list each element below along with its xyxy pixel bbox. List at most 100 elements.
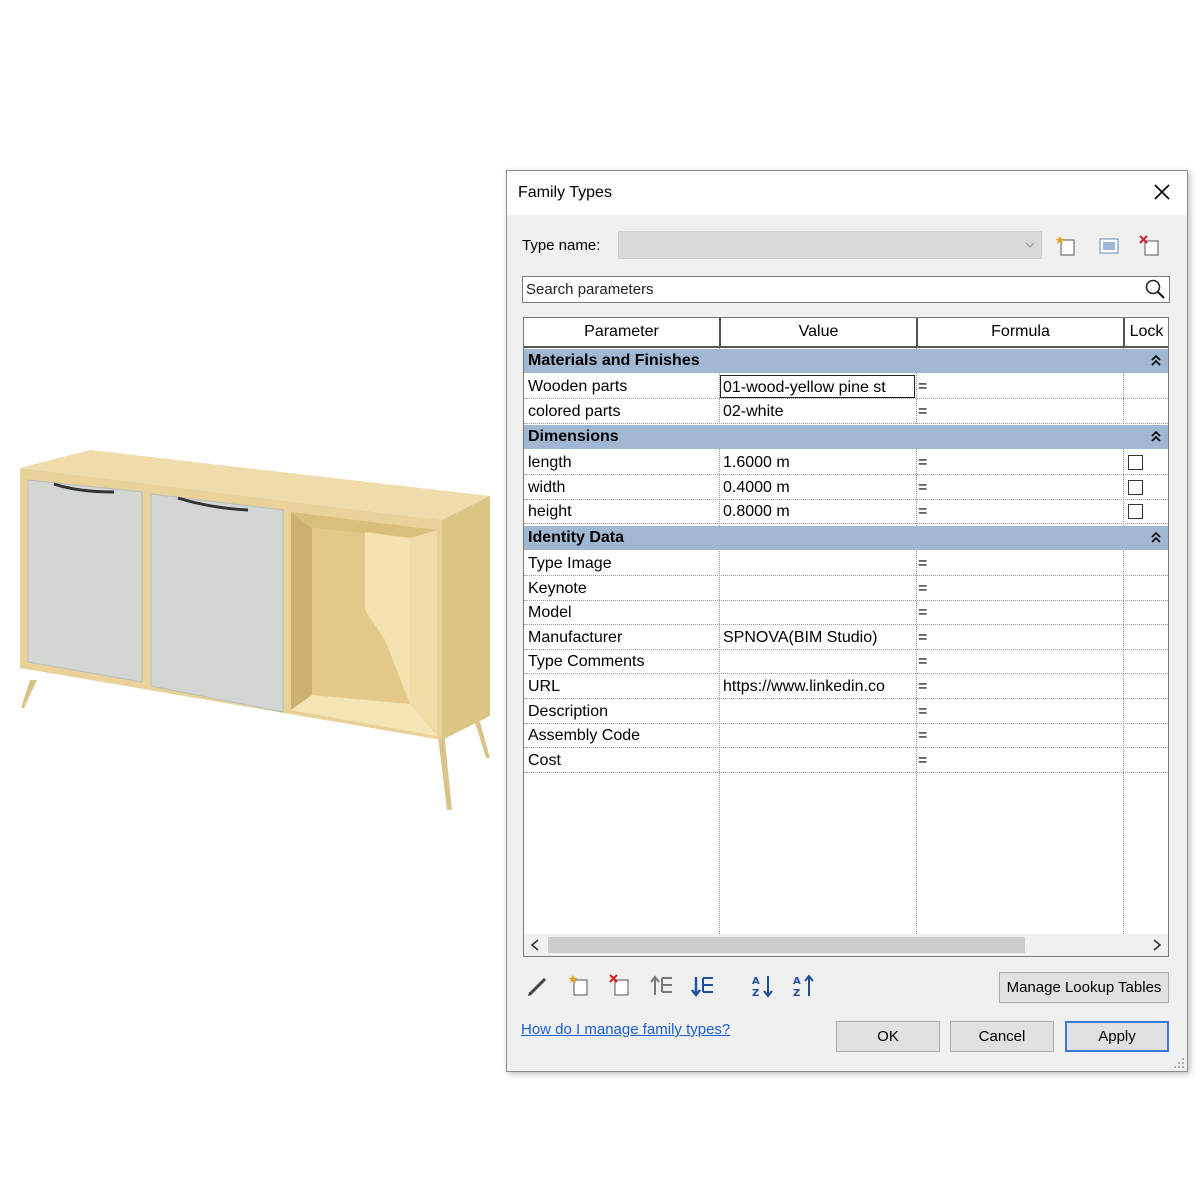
formula-cell[interactable]: =	[918, 601, 1118, 624]
svg-text:A: A	[793, 976, 801, 987]
section-header[interactable]: Identity Data	[524, 526, 1168, 550]
parameter-name: Cost	[528, 751, 561, 769]
parameter-row[interactable]: Description =	[524, 700, 1168, 724]
delete-parameter-icon[interactable]	[608, 973, 634, 999]
parameter-row[interactable]: height 0.8000 m =	[524, 500, 1168, 525]
collapse-icon[interactable]	[1150, 352, 1162, 368]
cancel-button[interactable]: Cancel	[950, 1021, 1054, 1052]
parameter-name: length	[528, 454, 572, 472]
parameter-value[interactable]	[723, 650, 917, 673]
svg-text:Z: Z	[752, 988, 759, 999]
family-types-dialog: Family Types Type name: Parameter Valu	[506, 170, 1188, 1072]
new-parameter-icon[interactable]	[567, 973, 593, 999]
section-header[interactable]: Dimensions	[524, 425, 1168, 450]
parameter-value[interactable]: 02-white	[723, 400, 917, 423]
rename-type-icon[interactable]	[1097, 234, 1121, 258]
value-edit-field[interactable]: 01-wood-yellow pine st	[720, 375, 915, 398]
lock-checkbox[interactable]	[1128, 479, 1143, 495]
column-divider[interactable]	[1123, 318, 1125, 348]
parameter-name: width	[528, 478, 566, 496]
manage-lookup-tables-button[interactable]: Manage Lookup Tables	[999, 972, 1169, 1003]
move-down-icon[interactable]	[690, 973, 716, 999]
formula-cell[interactable]: =	[918, 476, 1118, 499]
parameter-value[interactable]: 0.8000 m	[723, 500, 917, 523]
column-header-parameter[interactable]: Parameter	[524, 318, 719, 348]
formula-cell[interactable]: =	[918, 552, 1118, 575]
column-divider[interactable]	[719, 318, 721, 348]
parameter-name: Description	[528, 702, 609, 720]
search-parameters-box	[522, 276, 1170, 303]
formula-cell[interactable]: =	[918, 500, 1118, 523]
parameter-value[interactable]: https://www.linkedin.co	[723, 675, 917, 698]
parameter-name: Manufacturer	[528, 628, 623, 646]
section-title: Identity Data	[528, 529, 625, 546]
delete-type-icon[interactable]	[1138, 234, 1162, 258]
type-name-dropdown[interactable]	[618, 231, 1042, 259]
parameter-row[interactable]: width 0.4000 m =	[524, 476, 1168, 500]
move-up-icon[interactable]	[649, 973, 675, 999]
ok-button[interactable]: OK	[836, 1021, 940, 1052]
parameter-name: Assembly Code	[528, 727, 641, 745]
parameter-name: Type Comments	[528, 653, 645, 671]
new-type-icon[interactable]	[1055, 234, 1079, 258]
close-icon[interactable]	[1149, 179, 1175, 205]
formula-cell[interactable]: =	[918, 700, 1118, 723]
parameter-row[interactable]: Model =	[524, 601, 1168, 626]
parameter-row[interactable]: colored parts 02-white =	[524, 400, 1168, 424]
formula-cell[interactable]: =	[918, 375, 1118, 398]
parameter-value[interactable]	[723, 700, 917, 723]
lock-checkbox[interactable]	[1128, 455, 1143, 471]
parameter-value[interactable]	[723, 577, 917, 600]
search-icon[interactable]	[1144, 278, 1166, 300]
parameter-row[interactable]: Wooden parts 01-wood-yellow pine st =	[524, 375, 1168, 399]
parameter-value[interactable]: 1.6000 m	[723, 451, 917, 474]
lock-checkbox[interactable]	[1128, 504, 1143, 520]
parameter-row[interactable]: Type Comments =	[524, 650, 1168, 675]
parameter-row[interactable]: Assembly Code =	[524, 724, 1168, 749]
help-link[interactable]: How do I manage family types?	[521, 1021, 730, 1038]
parameters-grid: Parameter Value Formula Lock Materials a…	[523, 317, 1169, 957]
formula-cell[interactable]: =	[918, 724, 1118, 747]
parameter-value[interactable]: 0.4000 m	[723, 476, 917, 499]
sort-descending-icon[interactable]: A Z	[791, 973, 817, 999]
column-divider[interactable]	[916, 318, 918, 348]
formula-cell[interactable]: =	[918, 675, 1118, 698]
sort-ascending-icon[interactable]: A Z	[750, 973, 776, 999]
scroll-right-icon[interactable]	[1150, 937, 1164, 953]
scroll-left-icon[interactable]	[528, 937, 542, 953]
parameter-value[interactable]	[723, 552, 917, 575]
parameter-row[interactable]: Keynote =	[524, 577, 1168, 601]
parameter-row[interactable]: Manufacturer SPNOVA(BIM Studio) =	[524, 626, 1168, 650]
search-input[interactable]	[526, 279, 1136, 299]
column-header-lock[interactable]: Lock	[1125, 318, 1168, 348]
apply-button[interactable]: Apply	[1065, 1021, 1169, 1052]
parameter-name: Wooden parts	[528, 378, 628, 395]
parameter-row[interactable]: URL https://www.linkedin.co =	[524, 675, 1168, 699]
formula-cell[interactable]: =	[918, 451, 1118, 474]
parameter-name: Keynote	[528, 579, 587, 597]
parameter-value[interactable]: SPNOVA(BIM Studio)	[723, 626, 917, 649]
edit-parameter-icon[interactable]	[525, 973, 551, 999]
parameter-name: Type Image	[528, 555, 612, 572]
column-header-formula[interactable]: Formula	[918, 318, 1123, 348]
parameter-value[interactable]	[723, 724, 917, 747]
parameter-value[interactable]	[723, 601, 917, 624]
parameter-row[interactable]: Cost =	[524, 749, 1168, 773]
parameter-value[interactable]	[723, 749, 917, 772]
parameter-row[interactable]: Type Image =	[524, 552, 1168, 576]
resize-grip-icon[interactable]	[1173, 1057, 1185, 1069]
parameter-name: URL	[528, 678, 561, 695]
parameter-row[interactable]: length 1.6000 m =	[524, 451, 1168, 476]
formula-cell[interactable]: =	[918, 650, 1118, 673]
collapse-icon[interactable]	[1150, 529, 1162, 545]
column-header-value[interactable]: Value	[721, 318, 916, 348]
formula-cell[interactable]: =	[918, 626, 1118, 649]
formula-cell[interactable]: =	[918, 400, 1118, 423]
parameter-name: height	[528, 503, 572, 521]
horizontal-scrollbar[interactable]	[524, 934, 1168, 956]
formula-cell[interactable]: =	[918, 577, 1118, 600]
formula-cell[interactable]: =	[918, 749, 1118, 772]
scrollbar-thumb[interactable]	[548, 937, 1025, 953]
section-header[interactable]: Materials and Finishes	[524, 349, 1168, 373]
collapse-icon[interactable]	[1150, 428, 1162, 444]
